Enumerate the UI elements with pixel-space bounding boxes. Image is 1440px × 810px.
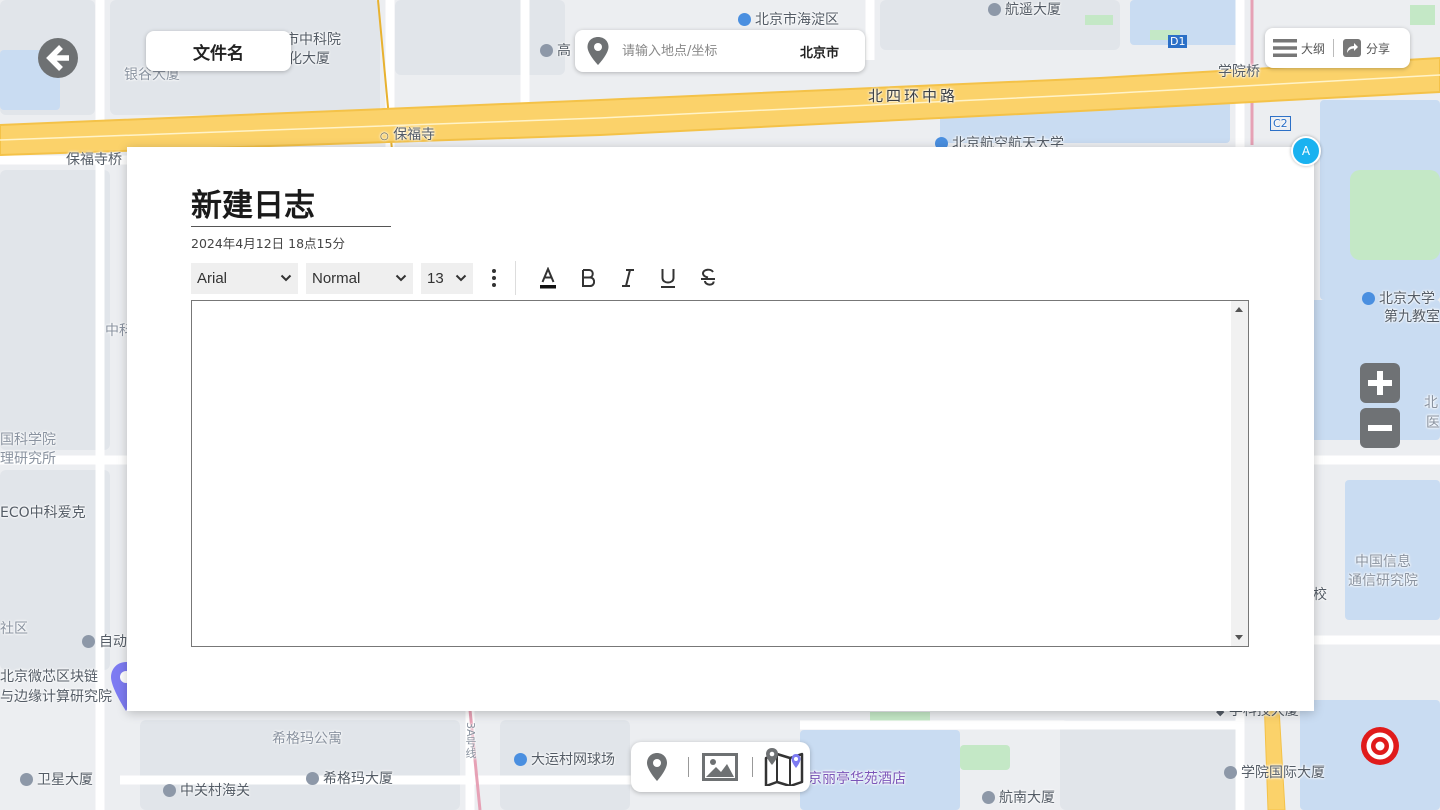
map-label: 希格玛大厦: [306, 768, 393, 788]
map-label: 第九教室: [1384, 309, 1440, 325]
map-label: 与边缘计算研究院: [0, 689, 112, 705]
map-label: 学院桥: [1218, 64, 1260, 80]
map-label: 学院国际大厦: [1224, 762, 1325, 782]
map-label: 北京大学: [1362, 288, 1435, 308]
map-label: 3A号线: [464, 722, 477, 759]
map-label: 中国信息: [1355, 554, 1411, 570]
map-label: C2: [1270, 116, 1291, 131]
font-family-value: Arial: [197, 269, 228, 287]
share-icon: [1343, 39, 1362, 57]
menu-icon: [1273, 39, 1297, 57]
bottom-toolbar: [631, 742, 810, 792]
map-label: 北京市海淀区: [738, 9, 839, 29]
more-options-button[interactable]: [481, 268, 507, 288]
strikethrough-button[interactable]: [688, 262, 728, 294]
editor-scrollbar[interactable]: [1231, 301, 1248, 646]
map-label: 中关村海关: [163, 780, 250, 800]
map-label: 航南大厦: [982, 787, 1055, 807]
chevron-down-icon: [395, 274, 407, 282]
divider: [688, 757, 690, 777]
map-label: D1: [1168, 35, 1188, 48]
map-label: ○ 保福寺: [380, 127, 436, 143]
paragraph-style-value: Normal: [312, 269, 361, 287]
italic-button[interactable]: [608, 262, 648, 294]
zoom-out-button[interactable]: [1360, 408, 1400, 448]
map-label: 希格玛公寓: [272, 731, 342, 747]
map-label: 北京微芯区块链: [0, 669, 98, 685]
map-label: 理研究所: [0, 451, 56, 467]
map-label: 校: [1313, 587, 1327, 603]
add-marker-button[interactable]: [637, 747, 677, 787]
map-label: 北四环中路: [868, 87, 959, 105]
zoom-in-button[interactable]: [1360, 363, 1400, 403]
journal-title[interactable]: 新建日志: [191, 187, 391, 227]
chevron-down-icon: [280, 274, 292, 282]
arrow-left-icon: [46, 45, 69, 71]
share-label: 分享: [1366, 41, 1391, 56]
map-label: 国科学院: [0, 432, 56, 448]
map-label: 医: [1426, 415, 1440, 431]
city-selector[interactable]: 北京市: [800, 42, 839, 61]
chevron-down-icon: [455, 274, 467, 282]
map-label: 化大厦: [288, 51, 330, 67]
bold-button[interactable]: [568, 262, 608, 294]
editor-content-area[interactable]: [192, 301, 1231, 646]
map-label: 北: [1424, 395, 1438, 411]
map-pin-icon: [587, 37, 609, 65]
scroll-down-arrow-icon[interactable]: [1235, 635, 1243, 640]
italic-icon: [622, 269, 634, 287]
location-search-box[interactable]: 北京市: [575, 30, 865, 72]
add-image-button[interactable]: [700, 747, 740, 787]
map-pin-icon: [646, 753, 667, 781]
location-search-input[interactable]: [620, 42, 794, 60]
image-icon: [702, 753, 739, 781]
map-route-icon: [765, 748, 804, 786]
font-family-select[interactable]: Arial: [191, 262, 298, 294]
top-right-toolbar: 大纲 分享: [1265, 28, 1410, 68]
divider: [751, 757, 753, 777]
map-label: 高: [540, 40, 571, 60]
map-route-button[interactable]: [764, 747, 804, 787]
journal-date: 2024年4月12日 18点15分: [191, 236, 345, 251]
file-name-button[interactable]: 文件名: [146, 31, 291, 71]
paragraph-style-select[interactable]: Normal: [306, 262, 413, 294]
text-color-button[interactable]: [528, 262, 568, 294]
font-size-select[interactable]: 13: [421, 262, 473, 294]
scroll-up-arrow-icon[interactable]: [1235, 307, 1243, 312]
user-avatar[interactable]: A: [1291, 136, 1321, 166]
journal-dialog: 新建日志 2024年4月12日 18点15分 Arial Normal 13: [127, 147, 1314, 711]
strikethrough-icon: [701, 268, 715, 286]
underline-button[interactable]: [648, 262, 688, 294]
outline-button[interactable]: 大纲: [1265, 38, 1333, 58]
map-label: 社区: [0, 621, 28, 637]
map-label: 保福寺桥: [66, 152, 122, 168]
map-label: 航遥大厦: [988, 0, 1061, 19]
divider: [515, 261, 516, 295]
share-button[interactable]: 分享: [1334, 38, 1398, 58]
underline-icon: [661, 269, 675, 288]
map-label: 市中科院: [285, 32, 341, 48]
map-label: 自动: [82, 631, 127, 651]
map-label: ECO中科爱克: [0, 505, 86, 521]
text-color-icon: [540, 267, 556, 289]
map-label: 卫星大厦: [20, 769, 93, 789]
map-label: 京丽亭华苑酒店: [808, 771, 906, 787]
map-label: 通信研究院: [1348, 573, 1418, 589]
outline-label: 大纲: [1301, 41, 1326, 56]
editor-toolbar: Arial Normal 13: [191, 261, 728, 295]
back-button[interactable]: [38, 38, 78, 78]
font-size-value: 13: [427, 269, 444, 287]
rich-text-editor[interactable]: [191, 300, 1249, 647]
map-label: 大运村网球场: [514, 749, 615, 769]
bold-icon: [582, 269, 595, 287]
target-icon[interactable]: [1359, 725, 1401, 767]
more-vertical-icon: [492, 269, 496, 287]
